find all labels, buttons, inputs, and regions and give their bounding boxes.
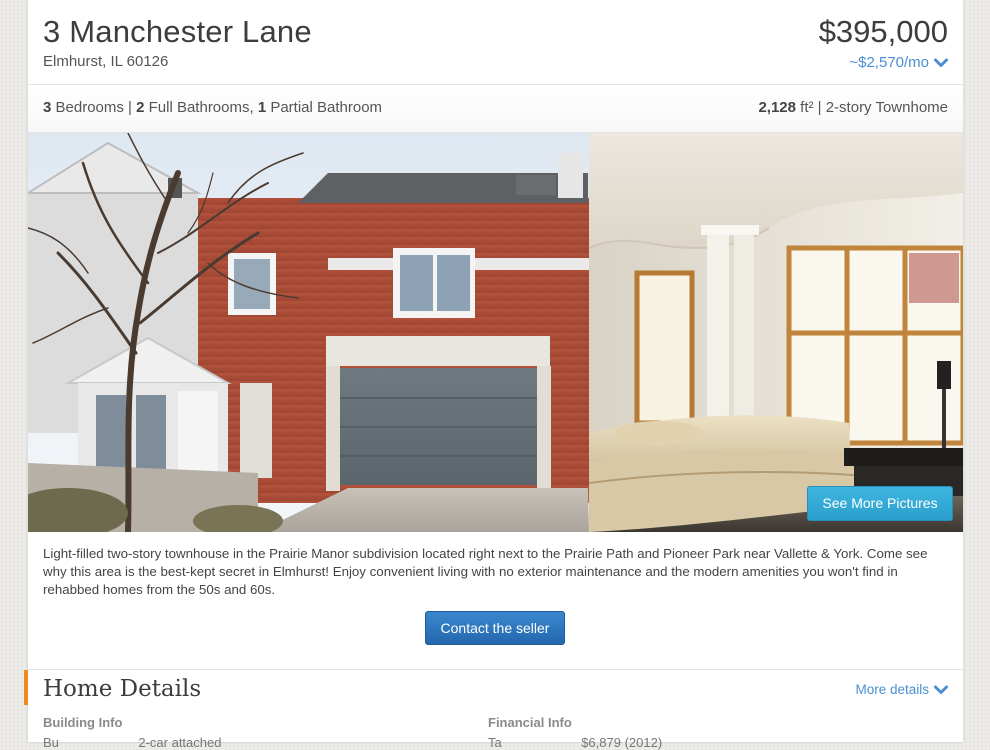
financial-info-row: Ta $6,879 (2012) [488,735,663,750]
building-info-heading: Building Info [43,715,123,730]
listing-address: 3 Manchester Lane [43,14,312,49]
monthly-payment: ~$2,570/mo [849,54,929,71]
monthly-payment-toggle[interactable]: ~$2,570/mo [849,54,948,71]
financial-info-heading: Financial Info [488,715,572,730]
bedroom-label: Bedrooms | [51,99,137,116]
property-facts: 3 Bedrooms | 2 Full Bathrooms, 1 Partial… [28,85,963,133]
chevron-down-icon [934,58,948,67]
listing-city: Elmhurst, IL 60126 [43,53,169,70]
listing-card: 3 Manchester Lane Elmhurst, IL 60126 $39… [28,0,963,750]
photo-gallery: See More Pictures [28,133,963,532]
listing-header: 3 Manchester Lane Elmhurst, IL 60126 $39… [28,0,963,85]
see-more-pictures-button[interactable]: See More Pictures [807,486,953,521]
building-info-row: Bu 2-car attached [43,735,222,750]
square-footage: 2,128 [758,99,796,116]
full-bath-label: Full Bathrooms, [144,99,258,116]
home-details-title: Home Details [43,676,202,702]
home-type: | 2-story Townhome [813,99,948,116]
listing-price: $395,000 [818,14,948,49]
exterior-photo[interactable] [28,133,589,532]
rooms-summary: 3 Bedrooms | 2 Full Bathrooms, 1 Partial… [43,99,382,116]
interior-photo[interactable]: See More Pictures [589,133,963,532]
sqft-unit: ft² [795,99,814,116]
interior-photo-image [589,133,963,532]
partial-bath-label: Partial Bathroom [266,99,383,116]
more-details-link[interactable]: More details [855,682,948,697]
contact-seller-button[interactable]: Contact the seller [425,611,565,645]
listing-description: Light-filled two-story townhouse in the … [43,546,928,597]
exterior-photo-image [28,133,589,532]
section-accent-bar [24,670,28,705]
chevron-down-icon [934,685,948,694]
more-details-label: More details [855,682,929,697]
size-summary: 2,128 ft² | 2-story Townhome [758,99,948,116]
section-divider [28,669,963,670]
partial-bath-count: 1 [257,99,267,116]
